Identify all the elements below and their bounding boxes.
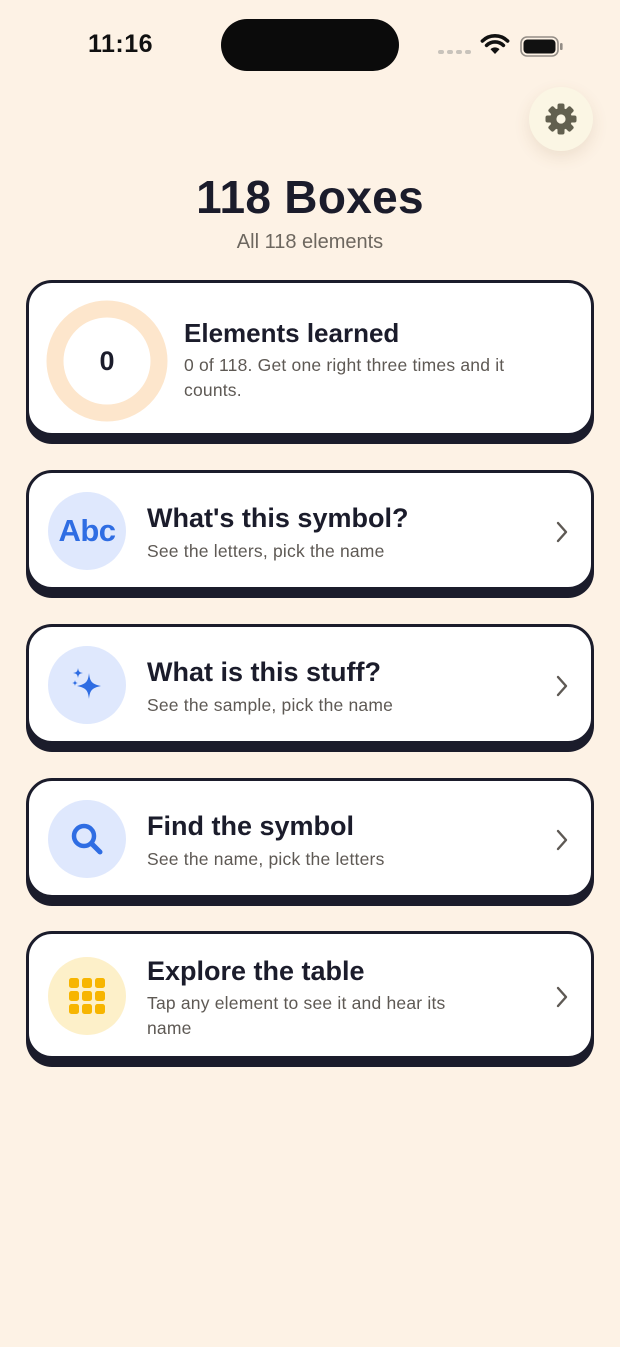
magnifier-icon — [48, 800, 126, 878]
gear-icon — [545, 103, 577, 135]
status-icons — [438, 32, 568, 60]
mode-description: See the letters, pick the name — [147, 541, 385, 561]
learned-description: 0 of 118. Get one right three times and … — [184, 355, 505, 400]
dynamic-island — [221, 19, 399, 71]
home-screen: 11:16 118 Boxes All 118 elements 0 Eleme… — [0, 0, 620, 1347]
learned-count: 0 — [99, 345, 115, 376]
chevron-right-icon — [556, 829, 568, 851]
mode-title: What's this symbol? — [147, 503, 409, 533]
chevron-right-icon — [556, 675, 568, 697]
mode-find-the-symbol[interactable]: Find the symbol See the name, pick the l… — [26, 778, 594, 898]
app-subtitle: All 118 elements — [236, 231, 384, 253]
learned-title: Elements learned — [184, 318, 400, 348]
mode-explore-the-table[interactable]: Explore the table Tap any element to see… — [26, 931, 594, 1059]
battery-icon — [520, 36, 563, 57]
wifi-icon — [480, 34, 510, 54]
mode-description: Tap any element to see it and hear its n… — [147, 993, 446, 1038]
app-title: 118 Boxes — [196, 171, 424, 223]
abc-icon: Abc — [48, 492, 126, 570]
grid-icon — [48, 957, 126, 1035]
signal-icon — [438, 50, 471, 54]
chevron-right-icon — [556, 986, 568, 1008]
mode-description: See the name, pick the letters — [147, 849, 385, 869]
chevron-right-icon — [556, 521, 568, 543]
mode-what-is-this-stuff[interactable]: What is this stuff? See the sample, pick… — [26, 624, 594, 744]
mode-title: Find the symbol — [147, 811, 355, 841]
mode-title: Explore the table — [147, 956, 365, 986]
mode-title: What is this stuff? — [147, 657, 381, 687]
mode-description: See the sample, pick the name — [147, 695, 394, 715]
sparkles-icon — [48, 646, 126, 724]
elements-learned-card: 0 Elements learned 0 of 118. Get one rig… — [26, 280, 594, 436]
mode-whats-this-symbol[interactable]: Abc What's this symbol? See the letters,… — [26, 470, 594, 590]
settings-button[interactable] — [529, 87, 593, 151]
status-time: 11:16 — [88, 30, 154, 58]
